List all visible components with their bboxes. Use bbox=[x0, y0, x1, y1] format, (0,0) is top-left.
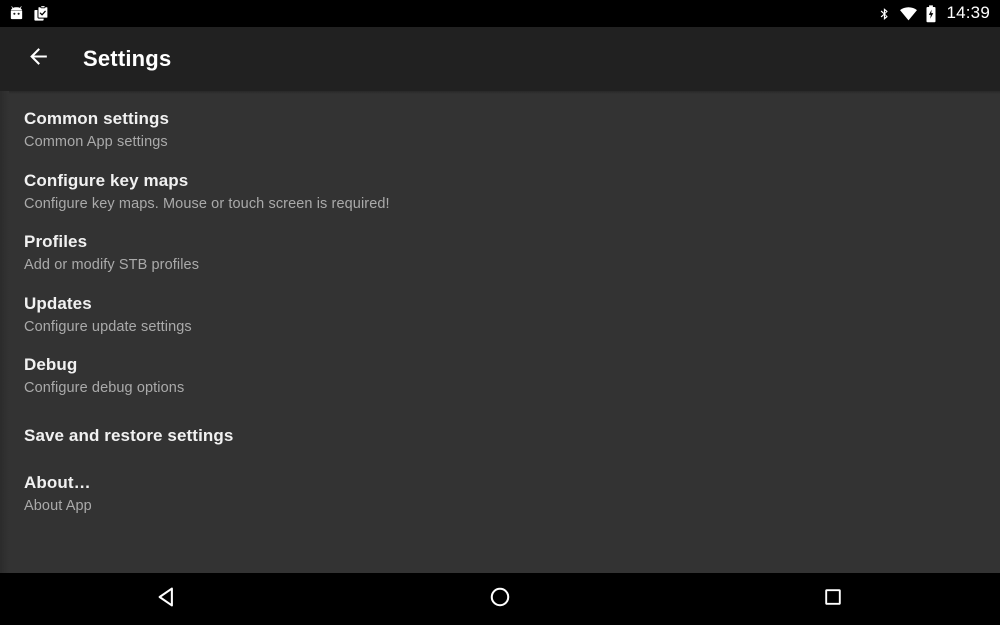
bluetooth-icon bbox=[877, 5, 892, 23]
page-title: Settings bbox=[83, 46, 172, 71]
list-item-subtitle: Configure debug options bbox=[24, 380, 185, 397]
status-bar-notifications bbox=[8, 5, 50, 22]
list-item-subtitle: Configure key maps. Mouse or touch scree… bbox=[24, 195, 390, 212]
list-item-subtitle: Add or modify STB profiles bbox=[24, 257, 200, 274]
wifi-icon bbox=[899, 5, 918, 23]
list-item-title: About… bbox=[24, 472, 91, 492]
list-item-subtitle: Configure update settings bbox=[24, 318, 192, 335]
list-item-subtitle: Common App settings bbox=[24, 134, 168, 151]
list-item[interactable]: About… About App bbox=[0, 465, 1000, 527]
triangle-back-icon bbox=[154, 584, 180, 615]
list-item[interactable]: Debug Configure debug options bbox=[0, 347, 1000, 409]
nav-back-button[interactable] bbox=[122, 573, 212, 625]
list-item-title: Common settings bbox=[24, 109, 170, 128]
nav-recents-button[interactable] bbox=[788, 573, 878, 625]
android-robot-icon bbox=[8, 5, 25, 22]
clipboard-check-icon bbox=[33, 5, 50, 22]
list-item[interactable]: Configure key maps Configure key maps. M… bbox=[0, 163, 1000, 225]
circle-home-icon bbox=[487, 584, 513, 615]
battery-charging-icon bbox=[925, 4, 937, 23]
arrow-back-icon bbox=[26, 44, 51, 74]
list-item-title: Configure key maps bbox=[24, 170, 189, 190]
list-item-title: Profiles bbox=[24, 232, 88, 252]
android-settings-screen: 14:39 Settings Common settings Common Ap… bbox=[0, 0, 1000, 625]
list-item-title: Debug bbox=[24, 355, 78, 375]
list-item[interactable]: Updates Configure update settings bbox=[0, 286, 1000, 348]
back-button[interactable] bbox=[14, 35, 62, 83]
list-item[interactable]: Save and restore settings bbox=[0, 409, 1000, 465]
navigation-bar bbox=[0, 573, 1000, 625]
app-bar: Settings bbox=[0, 27, 1000, 91]
list-item[interactable]: Common settings Common App settings bbox=[0, 101, 1000, 163]
list-item-title: Save and restore settings bbox=[24, 425, 234, 445]
list-item-subtitle: About App bbox=[24, 498, 92, 515]
status-bar-clock: 14:39 bbox=[946, 2, 990, 22]
list-item[interactable]: Profiles Add or modify STB profiles bbox=[0, 224, 1000, 286]
list-item-title: Updates bbox=[24, 293, 92, 313]
status-bar: 14:39 bbox=[0, 0, 1000, 27]
settings-content: Common settings Common App settings Conf… bbox=[0, 91, 1000, 573]
settings-list: Common settings Common App settings Conf… bbox=[0, 91, 1000, 526]
status-bar-system-icons: 14:39 bbox=[877, 2, 990, 24]
square-recents-icon bbox=[821, 585, 845, 614]
nav-home-button[interactable] bbox=[455, 573, 545, 625]
